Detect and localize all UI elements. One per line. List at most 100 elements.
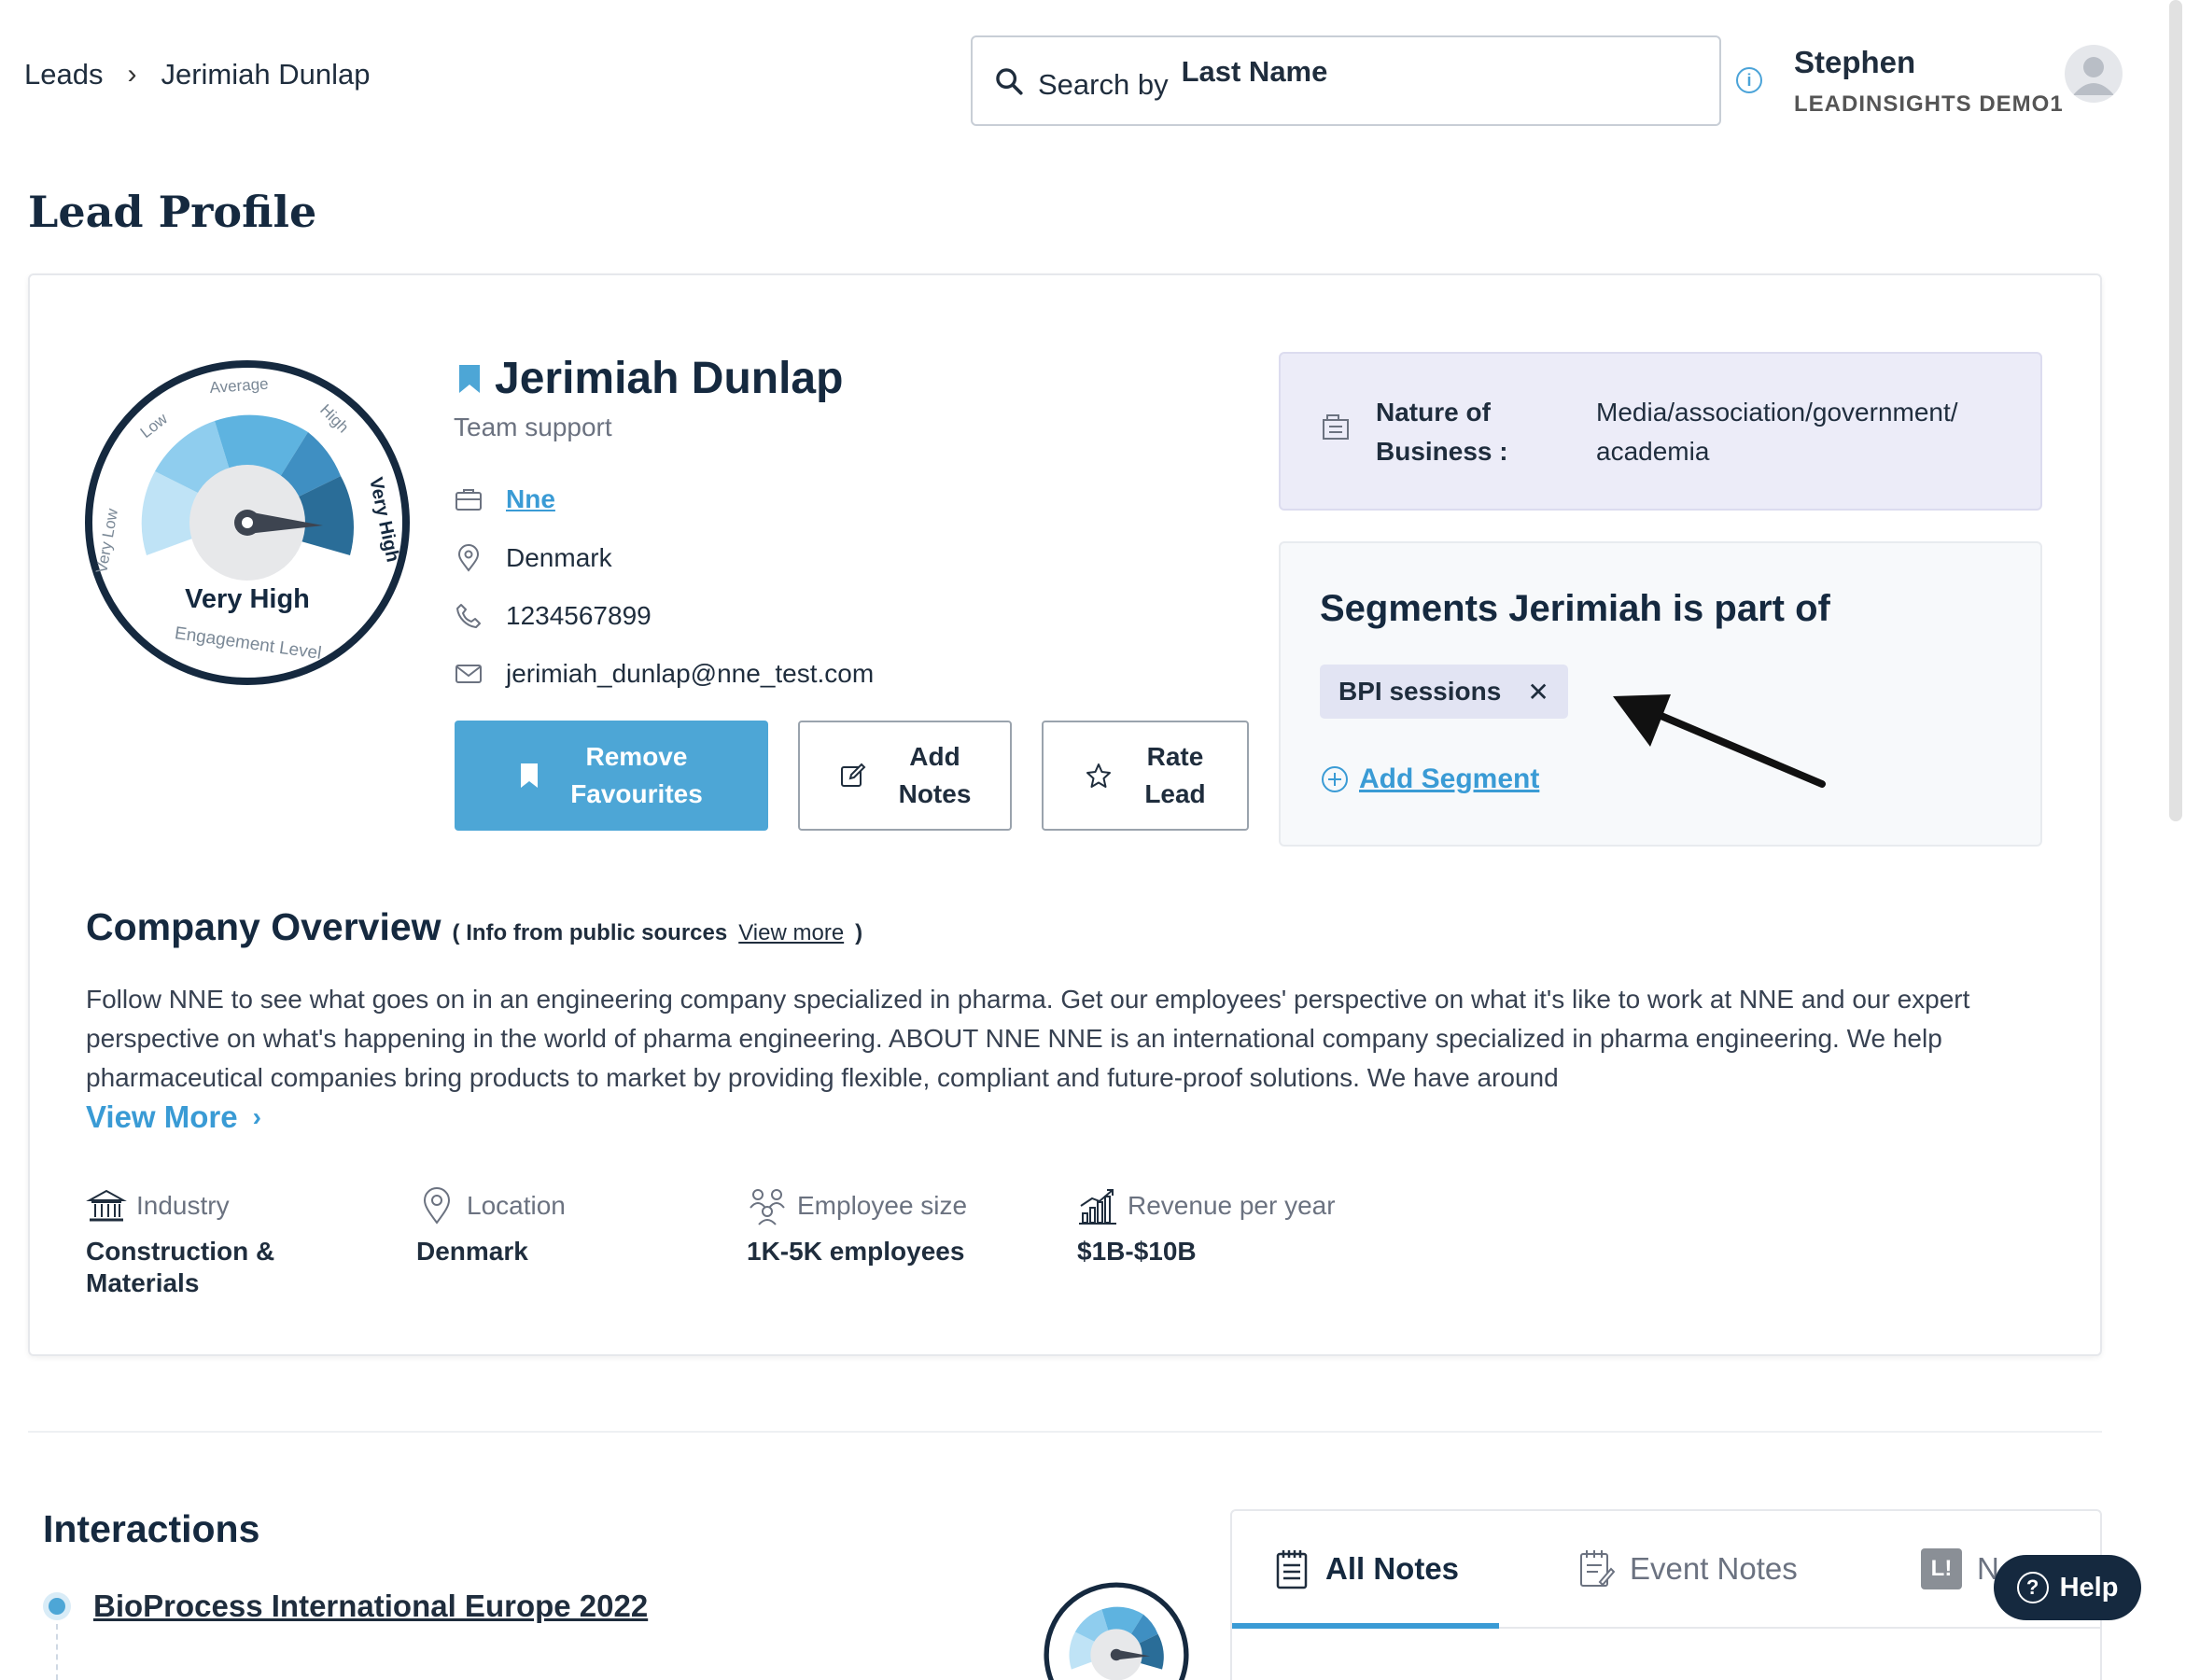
lead-phone: 1234567899 <box>506 601 652 630</box>
rate-lead-label-2: Lead <box>1144 779 1206 808</box>
rate-lead-button[interactable]: Rate Lead <box>1042 721 1249 831</box>
bookmark-icon[interactable] <box>457 363 482 395</box>
add-notes-button[interactable]: Add Notes <box>798 721 1012 831</box>
email-row: jerimiah_dunlap@nne_test.com <box>454 659 874 689</box>
user-org: LEADINSIGHTS DEMO1 <box>1794 91 2064 117</box>
notepad-icon <box>1276 1550 1308 1589</box>
location-row: Denmark <box>454 543 612 573</box>
nature-of-business-label: Nature of Business : <box>1376 393 1508 471</box>
timeline-line <box>56 1624 58 1680</box>
event-engagement-gauge <box>1044 1582 1189 1680</box>
plus-circle-icon <box>1322 766 1348 792</box>
timeline-dot <box>49 1598 65 1615</box>
add-notes-label-2: Notes <box>898 779 972 808</box>
segments-title: Segments Jerimiah is part of <box>1320 588 1830 629</box>
nature-of-business-value: Media/association/government/ academia <box>1596 398 1958 466</box>
stat-location: Location Denmark <box>416 1185 566 1267</box>
lead-email: jerimiah_dunlap@nne_test.com <box>506 659 875 688</box>
bank-icon <box>86 1189 127 1222</box>
tab-app-icon: L! <box>1921 1548 1962 1589</box>
lead-name: Jerimiah Dunlap <box>495 354 844 403</box>
lead-name-row: Jerimiah Dunlap <box>457 353 843 404</box>
source-suffix: ) <box>855 920 863 945</box>
stat-revenue-value: $1B-$10B <box>1077 1237 1197 1266</box>
add-segment-link[interactable]: Add Segment <box>1320 763 1539 795</box>
search-input[interactable]: Search by Last Name <box>971 35 1721 126</box>
breadcrumb-leads-link[interactable]: Leads <box>24 58 103 91</box>
company-description: Follow NNE to see what goes on in an eng… <box>86 985 1970 1092</box>
stat-location-label: Location <box>467 1191 566 1220</box>
segment-chip: BPI sessions ✕ <box>1320 665 1568 719</box>
tab-all-notes[interactable]: All Notes <box>1273 1548 1459 1589</box>
stat-revenue-label: Revenue per year <box>1128 1191 1336 1220</box>
lead-role: Team support <box>454 413 612 441</box>
edit-icon <box>840 763 866 787</box>
help-button[interactable]: ? Help <box>1994 1555 2141 1620</box>
company-overview-title: Company Overview <box>86 905 441 948</box>
star-icon <box>1086 763 1112 788</box>
scrollbar[interactable] <box>2169 0 2182 821</box>
stat-location-value: Denmark <box>416 1237 528 1266</box>
bookmark-icon <box>521 763 539 788</box>
stat-industry-label: Industry <box>136 1191 230 1220</box>
search-by-label: Search by <box>1038 67 1169 101</box>
business-folder-icon <box>1323 414 1349 440</box>
notes-panel: All Notes Event Notes L! N <box>1230 1509 2102 1680</box>
stat-revenue: Revenue per year $1B-$10B <box>1077 1185 1336 1267</box>
location-pin-icon <box>457 544 480 572</box>
company-row: Nne <box>454 484 555 514</box>
tab-event-notes-label: Event Notes <box>1630 1551 1798 1586</box>
view-more-source-link[interactable]: View more <box>738 920 844 946</box>
view-more-button[interactable]: View More › <box>86 1099 261 1135</box>
help-icon: ? <box>2016 1572 2049 1603</box>
user-name: Stephen <box>1794 45 1916 79</box>
stat-industry: Industry Construction & Materials <box>86 1185 329 1299</box>
chevron-right-icon: › <box>252 1102 261 1131</box>
remove-favourites-button[interactable]: Remove Favourites <box>455 721 768 831</box>
rate-lead-label-1: Rate <box>1146 742 1204 771</box>
engagement-gauge: Very Low Low Average High Very High Very… <box>85 360 410 685</box>
source-prefix: ( Info from public sources <box>452 920 728 945</box>
stat-employee-value: 1K-5K employees <box>747 1237 965 1266</box>
breadcrumb: Leads › Jerimiah Dunlap <box>24 58 370 91</box>
avatar[interactable] <box>2065 45 2123 103</box>
nature-of-business-label-1: Nature of <box>1376 398 1491 427</box>
page-title: Lead Profile <box>28 187 317 237</box>
stat-employee-size: Employee size 1K-5K employees <box>747 1185 967 1267</box>
event-link[interactable]: BioProcess International Europe 2022 <box>93 1589 648 1624</box>
gauge-level: Very High <box>185 584 310 614</box>
close-icon[interactable]: ✕ <box>1527 677 1548 707</box>
phone-row: 1234567899 <box>454 601 652 631</box>
briefcase-icon <box>455 489 482 511</box>
event-notes-icon <box>1580 1550 1615 1587</box>
nature-of-business-label-2: Business : <box>1376 437 1508 466</box>
add-segment-label: Add Segment <box>1359 763 1540 794</box>
active-tab-underline <box>1232 1623 1499 1629</box>
company-link[interactable]: Nne <box>506 484 555 514</box>
tab-event-notes[interactable]: Event Notes <box>1577 1548 1798 1589</box>
view-more-label: View More <box>86 1099 238 1134</box>
nature-of-business-panel: Nature of Business : Media/association/go… <box>1279 352 2042 511</box>
mail-icon <box>455 665 482 683</box>
search-field-selector[interactable]: Last Name <box>1182 55 1328 89</box>
arrow-annotation-icon <box>1613 694 1826 788</box>
remove-favourites-label-2: Favourites <box>570 779 703 808</box>
chevron-right-icon: › <box>127 59 137 90</box>
breadcrumb-current: Jerimiah Dunlap <box>161 58 371 91</box>
lead-location: Denmark <box>506 543 612 572</box>
section-divider <box>28 1431 2102 1433</box>
search-icon <box>996 67 1023 95</box>
stat-industry-value: Construction & Materials <box>86 1237 275 1297</box>
interactions-title: Interactions <box>43 1507 260 1550</box>
phone-icon <box>456 604 481 628</box>
company-overview-header: Company Overview ( Info from public sour… <box>86 905 862 949</box>
tab-third[interactable]: L! N <box>1921 1548 1999 1589</box>
remove-favourites-label-1: Remove <box>585 742 688 771</box>
add-notes-label-1: Add <box>909 742 960 771</box>
people-icon <box>750 1189 785 1225</box>
revenue-chart-icon <box>1079 1189 1116 1225</box>
help-label: Help <box>2059 1572 2119 1603</box>
info-icon[interactable]: i <box>1736 67 1762 93</box>
segment-chip-label: BPI sessions <box>1338 677 1502 706</box>
tab-all-notes-label: All Notes <box>1325 1551 1460 1586</box>
